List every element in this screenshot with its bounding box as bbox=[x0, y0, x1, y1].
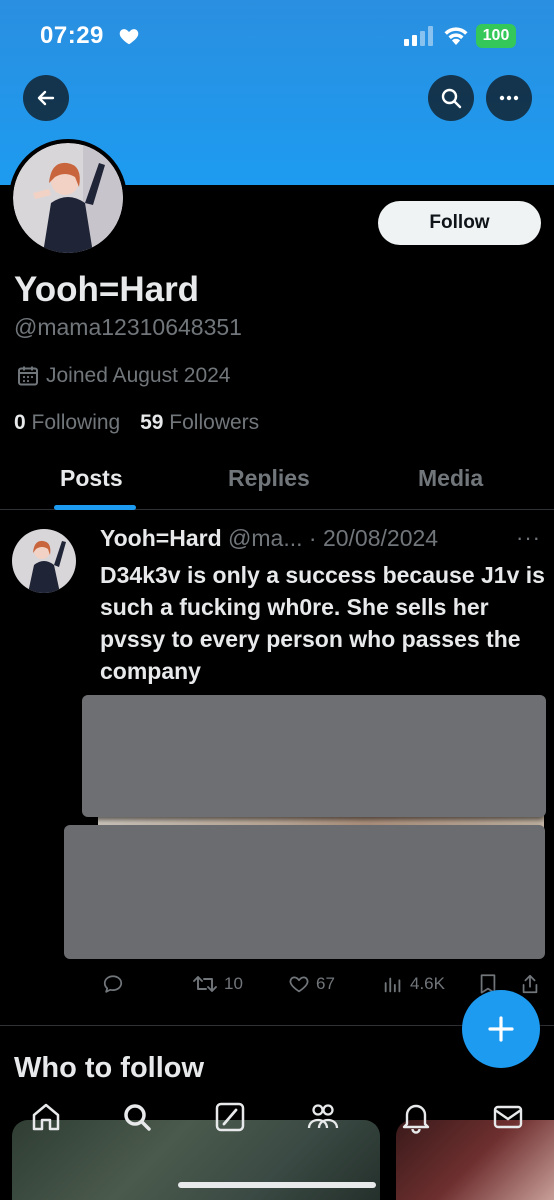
redaction-block-top bbox=[82, 695, 546, 817]
like-count: 67 bbox=[316, 974, 335, 993]
retweet-button[interactable]: 10 bbox=[192, 973, 243, 995]
status-bar: 07:29 100 bbox=[0, 0, 554, 70]
tweet-header: Yooh=Hard @ma... · 20/08/2024 bbox=[100, 525, 438, 552]
home-indicator[interactable] bbox=[178, 1182, 376, 1188]
notifications-bell-icon[interactable] bbox=[399, 1100, 433, 1134]
plus-icon bbox=[488, 1016, 514, 1042]
followers-link[interactable]: 59 Followers bbox=[140, 411, 259, 434]
tweet-actions: 10 67 4.6K bbox=[0, 973, 554, 1003]
messages-envelope-icon[interactable] bbox=[491, 1100, 525, 1134]
home-icon[interactable] bbox=[29, 1100, 63, 1134]
tweet-avatar[interactable] bbox=[12, 529, 76, 593]
tweet-media[interactable] bbox=[64, 695, 546, 965]
search-button[interactable] bbox=[428, 75, 474, 121]
communities-icon[interactable] bbox=[306, 1100, 340, 1134]
followers-count: 59 bbox=[140, 411, 164, 434]
tab-media[interactable]: Media bbox=[418, 465, 483, 492]
tweet[interactable]: Yooh=Hard @ma... · 20/08/2024 ··· D34k3v… bbox=[0, 511, 554, 1026]
more-horizontal-icon bbox=[499, 95, 519, 101]
retweet-count: 10 bbox=[224, 974, 243, 993]
bottom-navigation bbox=[0, 1090, 554, 1146]
cellular-signal-icon bbox=[404, 26, 433, 46]
tweet-separator: · bbox=[308, 525, 317, 551]
profile-tabs: Posts Replies Media bbox=[0, 455, 554, 510]
following-label: Following bbox=[31, 411, 121, 434]
views-count: 4.6K bbox=[410, 974, 445, 993]
profile-display-name: Yooh=Hard bbox=[14, 270, 200, 309]
who-to-follow-heading: Who to follow bbox=[14, 1052, 205, 1084]
like-button[interactable]: 67 bbox=[288, 973, 335, 995]
heart-icon bbox=[119, 29, 139, 45]
battery-indicator: 100 bbox=[476, 24, 516, 48]
joined-label: Joined August 2024 bbox=[46, 364, 231, 387]
profile-handle: @mama12310648351 bbox=[14, 314, 242, 340]
compose-post-button[interactable] bbox=[462, 990, 540, 1068]
status-time: 07:29 bbox=[40, 22, 104, 49]
reply-button[interactable] bbox=[102, 973, 124, 995]
profile-photo bbox=[13, 143, 123, 253]
tweet-more-icon[interactable]: ··· bbox=[516, 525, 541, 551]
reply-icon bbox=[103, 975, 123, 993]
wifi-icon bbox=[444, 27, 468, 45]
share-icon bbox=[522, 974, 538, 994]
heart-outline-icon bbox=[289, 976, 309, 993]
follow-stats: 0 Following 59 Followers bbox=[14, 411, 273, 435]
profile-avatar[interactable] bbox=[9, 139, 127, 257]
tab-replies[interactable]: Replies bbox=[228, 465, 310, 492]
followers-label: Followers bbox=[169, 411, 260, 434]
back-button[interactable] bbox=[23, 75, 69, 121]
analytics-icon bbox=[384, 977, 401, 993]
following-count: 0 bbox=[14, 411, 26, 434]
arrow-left-icon bbox=[37, 90, 55, 106]
tab-posts[interactable]: Posts bbox=[60, 465, 123, 492]
tweet-author-name[interactable]: Yooh=Hard bbox=[100, 525, 222, 551]
follow-button[interactable]: Follow bbox=[378, 201, 541, 245]
active-tab-indicator bbox=[54, 505, 136, 510]
grok-icon[interactable] bbox=[213, 1100, 247, 1134]
views-button[interactable]: 4.6K bbox=[382, 973, 445, 995]
tweet-text: D34k3v is only a success because J1v is … bbox=[100, 562, 545, 684]
redaction-block-bottom bbox=[64, 825, 545, 959]
share-button[interactable] bbox=[520, 973, 540, 995]
following-link[interactable]: 0 Following bbox=[14, 411, 120, 434]
search-icon bbox=[441, 88, 462, 109]
tweet-author-handle[interactable]: @ma... bbox=[228, 525, 302, 551]
calendar-icon bbox=[18, 366, 38, 386]
explore-search-icon[interactable] bbox=[120, 1100, 154, 1134]
tweet-date[interactable]: 20/08/2024 bbox=[323, 525, 438, 551]
more-options-button[interactable] bbox=[486, 75, 532, 121]
joined-date: Joined August 2024 bbox=[16, 364, 231, 388]
retweet-icon bbox=[193, 976, 217, 992]
